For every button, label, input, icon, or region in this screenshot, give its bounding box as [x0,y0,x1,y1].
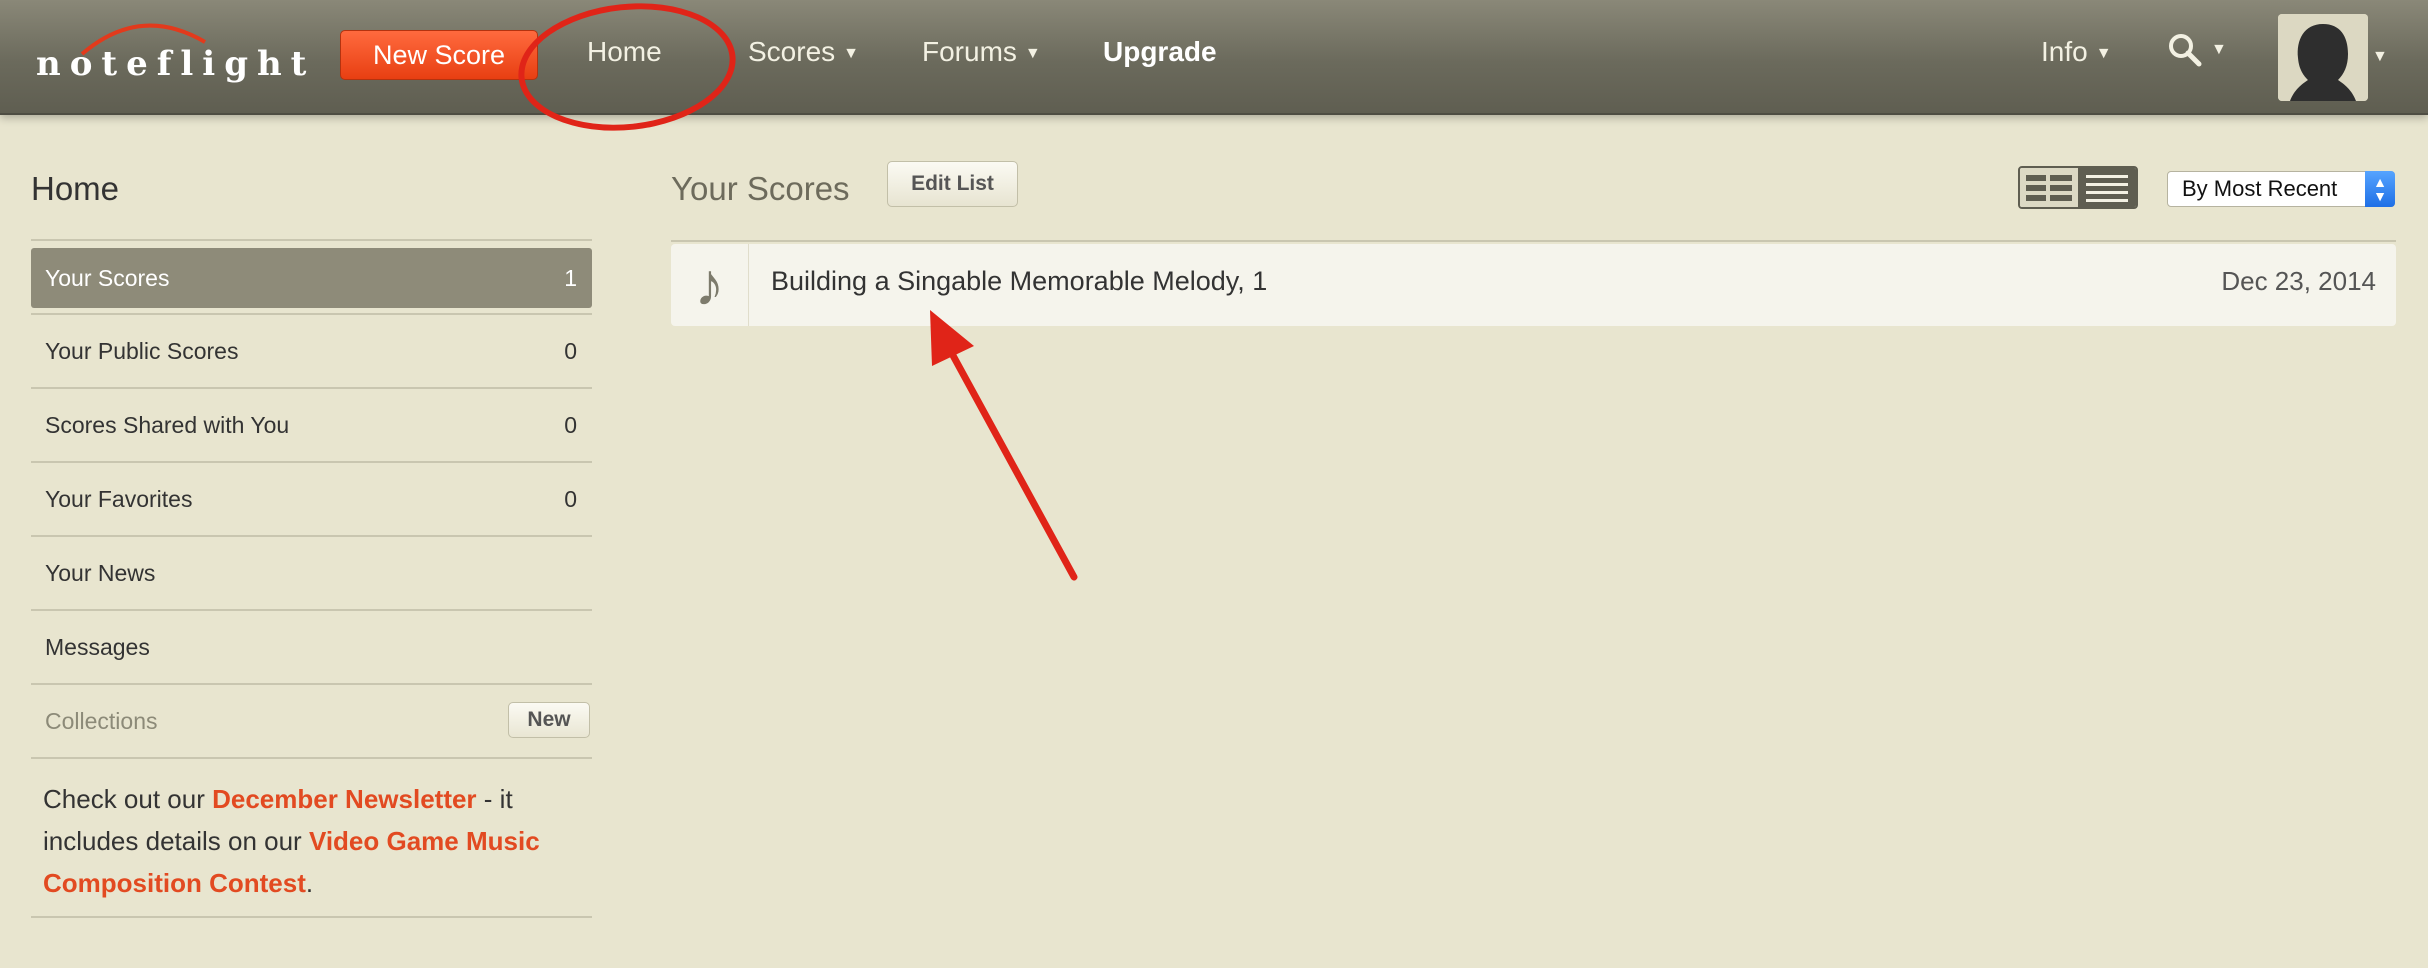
sidebar-item-label: Scores Shared with You [45,412,290,438]
nav-home[interactable]: Home [587,36,662,68]
list-view-button[interactable] [2078,168,2136,207]
view-toggle [2018,166,2138,209]
sidebar-item-label: Your Scores [45,265,170,291]
nav-forums-label: Forums [922,36,1017,67]
chevron-down-icon[interactable]: ▼ [2372,48,2388,66]
nav-upgrade-label: Upgrade [1103,36,1217,67]
chevron-down-icon: ▼ [2211,41,2227,58]
music-note-icon: ♪ [671,244,749,326]
grid-view-icon [2026,174,2072,201]
sidebar-item-label: Your News [45,560,156,586]
sort-selected-value: By Most Recent [2182,176,2338,201]
divider [31,535,592,537]
select-arrows-icon: ▲ ▼ [2365,171,2395,207]
divider [31,609,592,611]
sidebar-item-label: Your Public Scores [45,338,239,364]
divider [31,916,592,918]
avatar-silhouette-icon [2278,14,2368,101]
chevron-down-icon: ▼ [2095,44,2112,62]
sidebar-item-your-public-scores[interactable]: Your Public Scores 0 [31,321,592,381]
sidebar-item-label: Your Favorites [45,486,193,512]
page-title: Your Scores [671,170,850,207]
nav-info-label: Info [2041,36,2088,67]
sidebar-item-messages[interactable]: Messages [31,617,592,677]
search-menu[interactable]: ▼ [2167,32,2227,68]
nav-scores-menu[interactable]: Scores ▼ [748,36,859,68]
search-icon [2169,34,2202,67]
nav-forums-menu[interactable]: Forums ▼ [922,36,1041,68]
sidebar-collections-header: Collections New [31,691,592,751]
new-score-button[interactable]: New Score [340,30,538,80]
chevron-down-icon: ▼ [1024,44,1041,62]
score-title: Building a Singable Memorable Melody, 1 [771,266,1268,296]
divider [31,313,592,315]
nav-home-label: Home [587,36,662,67]
noteflight-logo[interactable]: noteflight [36,44,315,84]
grid-view-button[interactable] [2020,168,2078,207]
sidebar-item-your-scores[interactable]: Your Scores 1 [31,248,592,308]
user-avatar[interactable] [2278,14,2368,101]
collections-label: Collections [45,708,158,734]
sidebar-item-count: 0 [564,338,577,364]
sidebar-item-count: 1 [564,265,577,291]
new-collection-button[interactable]: New [508,702,590,738]
sidebar-item-scores-shared[interactable]: Scores Shared with You 0 [31,395,592,455]
sidebar-item-your-news[interactable]: Your News [31,543,592,603]
nav-upgrade[interactable]: Upgrade [1103,36,1217,68]
divider [671,240,2396,242]
nav-scores-label: Scores [748,36,836,67]
score-date: Dec 23, 2014 [2221,266,2376,296]
sort-select[interactable]: By Most Recent ▲ ▼ [2167,171,2395,207]
nav-info-menu[interactable]: Info ▼ [2041,36,2112,68]
divider [31,683,592,685]
list-view-icon [2086,174,2128,202]
newsletter-notice: Check out our December Newsletter - it i… [43,778,583,904]
sidebar-item-count: 0 [564,486,577,512]
score-list-item[interactable]: ♪ Building a Singable Memorable Melody, … [671,244,2396,326]
divider [31,239,592,241]
divider [31,461,592,463]
top-navbar: noteflight New Score Home Scores ▼ Forums… [0,0,2428,115]
edit-list-button[interactable]: Edit List [887,161,1018,207]
divider [31,757,592,759]
december-newsletter-link[interactable]: December Newsletter [212,784,476,814]
chevron-down-icon: ▼ [843,44,859,62]
newsletter-text: Check out our [43,784,213,814]
logo-text: noteflight [36,44,316,84]
newsletter-text: . [305,868,314,898]
sidebar-item-label: Messages [45,634,150,660]
sidebar-item-your-favorites[interactable]: Your Favorites 0 [31,469,592,529]
divider [31,387,592,389]
sidebar-title: Home [31,170,120,207]
sidebar-item-count: 0 [564,412,577,438]
